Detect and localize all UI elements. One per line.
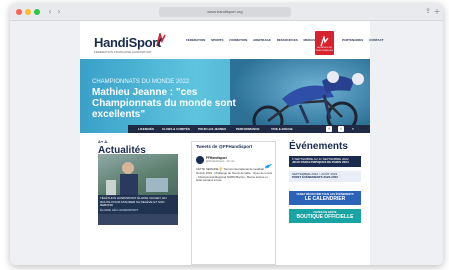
nav-item[interactable]: FORMATION: [229, 38, 247, 42]
tweet-handle: @FFHandisport · 40 min: [206, 160, 235, 163]
avatar[interactable]: [196, 156, 204, 164]
nav-item[interactable]: FÉDÉRATION: [186, 38, 205, 42]
tweet-text: CETTE SEMAINE 🏆 Tournoi international de…: [196, 167, 272, 183]
tweets-title: Tweets de @FFHandisport: [196, 144, 253, 149]
nav-item-partners[interactable]: PARTENAIRES: [342, 38, 363, 42]
main-nav: FÉDÉRATION SPORTS FORMATION ARBITRAGE RE…: [186, 38, 320, 42]
nav-item[interactable]: RESSOURCES: [277, 38, 298, 42]
logo-mark-icon: [156, 30, 166, 47]
toolbar-item[interactable]: POUR LES JEUNES: [198, 127, 226, 131]
address-bar[interactable]: www.handisport.org: [159, 7, 291, 17]
news-caption-text: TÉLÉTHON HANDISPORT ÉLODIE VACHET, EN RO…: [100, 196, 167, 208]
share-icon[interactable]: ⇪: [424, 7, 432, 16]
close-dot-icon[interactable]: [16, 9, 22, 15]
browser-titlebar: ‹ › www.handisport.org ⇪ +: [10, 3, 443, 21]
nav-item[interactable]: SPORTS: [211, 38, 223, 42]
hero-banner[interactable]: CHAMPIONNATS DU MONDE 2022 Mathieu Jeann…: [80, 59, 370, 133]
handisport-site: HandiSport FÉDÉRATION FRANÇAISE HANDISPO…: [80, 21, 384, 265]
event-item[interactable]: SEPTEMBRE 2022 > AOÛT 2023 POINT ÉVÉNEME…: [289, 171, 361, 182]
audience-toolbar: LICENCIÉS CLUBS & COMITÉS POUR LES JEUNE…: [128, 125, 370, 133]
event-label: POINT ÉVÉNEMENTS 2022-2023: [292, 175, 338, 180]
events-title: Événements: [289, 141, 348, 152]
site-logo[interactable]: HandiSport: [94, 35, 161, 50]
shop-promo[interactable]: FAITES UN GESTE BOUTIQUE OFFICIELLE: [289, 209, 361, 223]
web-page: HandiSport FÉDÉRATION FRANÇAISE HANDISPO…: [10, 21, 443, 265]
nav-item[interactable]: ARBITRAGE: [253, 38, 271, 42]
font-size-control[interactable]: A+ A-: [98, 139, 108, 144]
search-icon[interactable]: ⌕: [350, 126, 356, 132]
hero-title[interactable]: Mathieu Jeanne : "ces Championnats du mo…: [92, 87, 252, 120]
flag-tagline: AGITATEUR DE PERFORMANCES: [316, 47, 333, 52]
toolbar-item[interactable]: PERFORMANCE: [236, 127, 260, 131]
event-item[interactable]: 6 SEPTEMBRE AU 11 SEPTEMBRE 2022 JEUX PA…: [289, 156, 361, 167]
hero-kicker: CHAMPIONNATS DU MONDE 2022: [92, 79, 190, 85]
minimize-dot-icon[interactable]: [25, 9, 31, 15]
back-button[interactable]: ‹: [46, 7, 54, 16]
news-caption[interactable]: TÉLÉTHON HANDISPORT ÉLODIE VACHET, EN RO…: [98, 195, 178, 225]
twitter-icon[interactable]: t: [338, 126, 344, 132]
maximize-dot-icon[interactable]: [34, 9, 40, 15]
shop-promo-label: BOUTIQUE OFFICIELLE: [296, 214, 354, 220]
news-more-link[interactable]: ÉLODIE LÉO HANDISPORT: [100, 208, 176, 213]
nav-item-contact[interactable]: CONTACT: [369, 38, 383, 42]
site-logo-subtitle: FÉDÉRATION FRANÇAISE HANDISPORT: [94, 50, 152, 54]
twitter-widget: Tweets de @FFHandisport FFHandisport @FF…: [191, 141, 276, 265]
twitter-bird-icon: [265, 156, 272, 169]
flag-logo-icon: [319, 34, 330, 47]
calendar-promo-label: LE CALENDRIER: [304, 196, 346, 202]
toolbar-item[interactable]: CLUBS & COMITÉS: [162, 127, 190, 131]
event-label: JEUX PARALYMPIQUES DE PARIS 2024: [292, 160, 349, 165]
plus-icon[interactable]: +: [433, 7, 441, 16]
toolbar-item[interactable]: LICENCIÉS: [138, 127, 154, 131]
browser-window: ‹ › www.handisport.org ⇪ + HandiSport FÉ…: [10, 3, 443, 265]
facebook-icon[interactable]: f: [326, 126, 332, 132]
toolbar-item[interactable]: VIVE & BOUGE: [271, 127, 293, 131]
calendar-promo[interactable]: VENEZ DÉCOUVRIR TOUS LES ÉVÉNEMENTS LE C…: [289, 191, 361, 205]
secondary-nav: PARTENAIRES CONTACT: [342, 38, 384, 42]
forward-button[interactable]: ›: [55, 7, 63, 16]
nav-item[interactable]: MÉDIAS: [304, 38, 316, 42]
brand-flag[interactable]: AGITATEUR DE PERFORMANCES: [315, 31, 334, 55]
